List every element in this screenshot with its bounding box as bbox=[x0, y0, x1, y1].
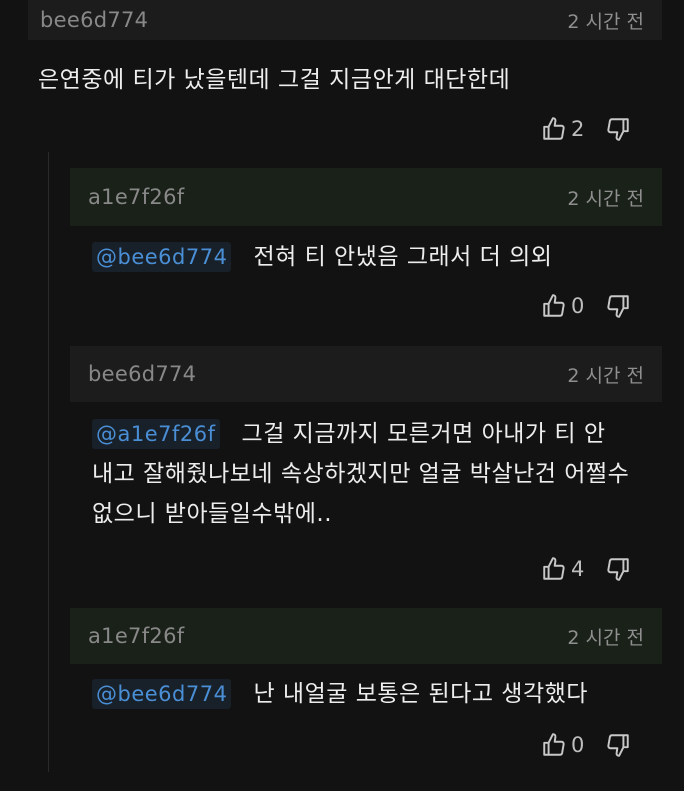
comment-actions: 4 bbox=[541, 556, 631, 582]
comment-timestamp: 2 시간 전 bbox=[567, 187, 644, 210]
comment-text-segment: 그걸 지금까지 모른거면 아내가 티 안 bbox=[241, 421, 606, 447]
comment-header: bee6d774 2 시간 전 bbox=[28, 0, 662, 40]
dislike-button[interactable] bbox=[605, 293, 631, 319]
thumbs-down-icon bbox=[607, 734, 629, 757]
mention-link[interactable]: @bee6d774 bbox=[92, 242, 232, 272]
comment-text: @bee6d774 전혀 티 안냈음 그래서 더 의외 bbox=[92, 237, 662, 277]
like-count: 0 bbox=[571, 733, 585, 757]
comment-text-line: 전혀 티 안냈음 그래서 더 의외 bbox=[253, 244, 553, 270]
comment-actions: 0 bbox=[541, 732, 631, 758]
comment-actions: 0 bbox=[541, 293, 631, 319]
comment-header: a1e7f26f 2 시간 전 bbox=[70, 168, 662, 226]
comment-timestamp: 2 시간 전 bbox=[567, 364, 644, 387]
comment-actions: 2 bbox=[541, 116, 631, 142]
comment-thread: bee6d774 2 시간 전 은연중에 티가 났을텐데 그걸 지금안게 대단한… bbox=[0, 0, 684, 791]
comment-timestamp: 2 시간 전 bbox=[567, 10, 644, 33]
like-count: 0 bbox=[571, 294, 585, 318]
like-count: 2 bbox=[571, 117, 585, 141]
mention-link[interactable]: @a1e7f26f bbox=[92, 419, 220, 449]
comment-author[interactable]: a1e7f26f bbox=[88, 624, 184, 648]
comment-header: a1e7f26f 2 시간 전 bbox=[70, 608, 662, 664]
dislike-button[interactable] bbox=[605, 732, 631, 758]
reply-thread-line bbox=[48, 152, 49, 772]
comment-text-line: 내고 잘해줬나보네 속상하겠지만 얼굴 박살난건 어쩔수 bbox=[92, 461, 630, 487]
thumbs-up-icon bbox=[543, 733, 565, 756]
comment-text: @bee6d774 난 내얼굴 보통은 된다고 생각했다 bbox=[92, 674, 662, 714]
like-button[interactable]: 0 bbox=[541, 732, 587, 758]
comment-text-line: @a1e7f26f 그걸 지금까지 모른거면 아내가 티 안 bbox=[92, 414, 667, 454]
thumbs-down-icon bbox=[607, 295, 629, 318]
comment-text-line: 없으니 받아들일수밖에.. bbox=[92, 501, 333, 527]
like-button[interactable]: 4 bbox=[541, 556, 587, 582]
comment-text: 은연중에 티가 났을텐데 그걸 지금안게 대단한데 bbox=[38, 60, 658, 100]
mention-link[interactable]: @bee6d774 bbox=[92, 679, 232, 709]
thumbs-down-icon bbox=[607, 558, 629, 581]
like-button[interactable]: 2 bbox=[541, 116, 587, 142]
dislike-button[interactable] bbox=[605, 556, 631, 582]
comment-timestamp: 2 시간 전 bbox=[567, 626, 644, 649]
comment-header: bee6d774 2 시간 전 bbox=[70, 346, 662, 402]
comment-author[interactable]: bee6d774 bbox=[88, 362, 196, 386]
comment-text-line: 난 내얼굴 보통은 된다고 생각했다 bbox=[253, 681, 588, 707]
like-button[interactable]: 0 bbox=[541, 293, 587, 319]
thumbs-up-icon bbox=[543, 294, 565, 317]
dislike-button[interactable] bbox=[605, 116, 631, 142]
thumbs-down-icon bbox=[607, 118, 629, 141]
comment-text-line: 은연중에 티가 났을텐데 그걸 지금안게 대단한데 bbox=[38, 67, 511, 93]
like-count: 4 bbox=[571, 557, 585, 581]
thumbs-up-icon bbox=[543, 117, 565, 140]
comment-author[interactable]: bee6d774 bbox=[40, 8, 148, 32]
comment-author[interactable]: a1e7f26f bbox=[88, 185, 184, 209]
thumbs-up-icon bbox=[543, 557, 565, 580]
comment-text: @a1e7f26f 그걸 지금까지 모른거면 아내가 티 안 내고 잘해줬나보네 … bbox=[92, 414, 667, 534]
